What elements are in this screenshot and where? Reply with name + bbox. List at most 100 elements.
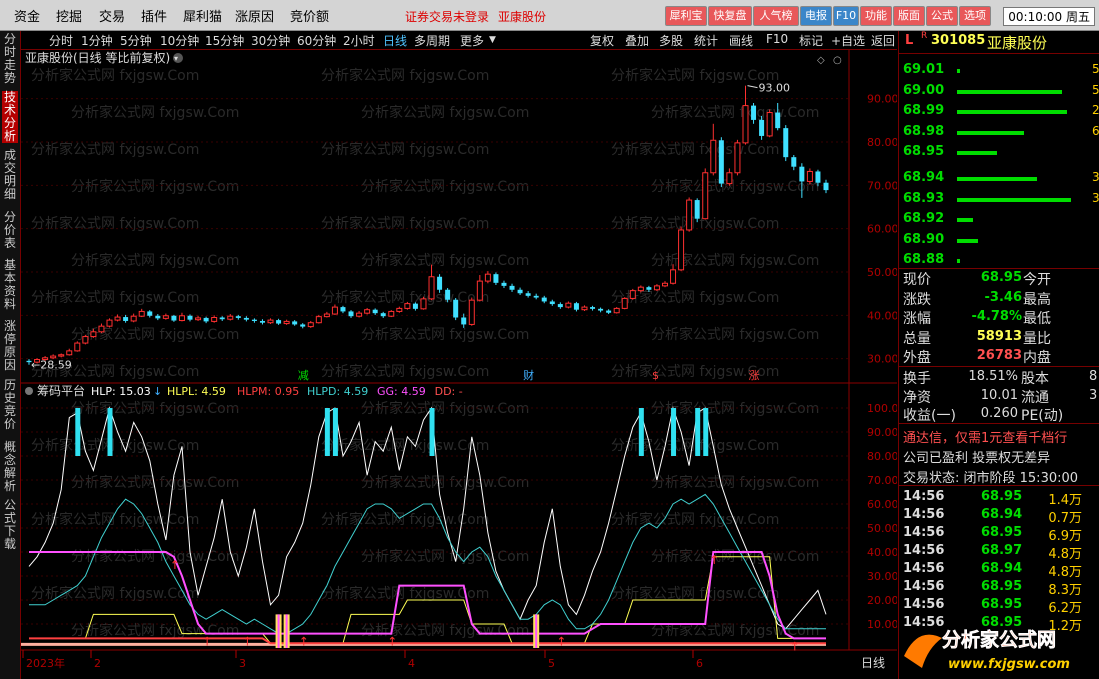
- period-10min[interactable]: 10分钟: [160, 32, 199, 49]
- period-2hour[interactable]: 2小时: [343, 32, 375, 49]
- tool-add-watchlist[interactable]: +自选: [831, 32, 865, 49]
- menu-limit-reason[interactable]: 涨原因: [235, 6, 274, 25]
- f10-button[interactable]: F10: [833, 6, 859, 26]
- y-tick-label: 60.00: [867, 498, 897, 511]
- period-5min[interactable]: 5分钟: [120, 32, 152, 49]
- order-book-row[interactable]: 68.95: [899, 144, 1099, 162]
- login-notice[interactable]: 证券交易未登录: [405, 8, 489, 25]
- watermark-text: 分析家公式网 fxjgsw.Com: [651, 104, 819, 121]
- tool-overlay[interactable]: 叠加: [625, 32, 649, 49]
- chevron-down-icon[interactable]: ▼: [489, 35, 496, 45]
- tool-f10[interactable]: F10: [766, 32, 788, 46]
- order-book-row[interactable]: 68.94 3: [899, 170, 1099, 188]
- period-1min[interactable]: 1分钟: [81, 32, 113, 49]
- candle-body: [613, 307, 620, 314]
- tick-time: 14:56: [903, 543, 945, 558]
- sidebar-item-basic-info[interactable]: 基本资料: [2, 259, 18, 311]
- order-book-row[interactable]: 68.92: [899, 211, 1099, 229]
- logo-swoosh-icon: [904, 634, 942, 668]
- options-button[interactable]: 选项: [959, 6, 991, 26]
- event-marker[interactable]: $: [652, 369, 659, 382]
- function-button[interactable]: 功能: [860, 6, 892, 26]
- candle-body: [130, 315, 137, 322]
- menu-plugins[interactable]: 插件: [141, 6, 167, 25]
- watermark-text: 分析家公式网 fxjgsw.Com: [361, 474, 529, 491]
- candle-body: [710, 139, 717, 174]
- order-book-row[interactable]: 69.01 5: [899, 62, 1099, 80]
- candle-body: [437, 276, 443, 290]
- diamond-icon[interactable]: ◇: [817, 55, 825, 66]
- order-price: 68.93: [903, 190, 945, 206]
- period-15min[interactable]: 15分钟: [205, 32, 244, 49]
- period-60min[interactable]: 60分钟: [297, 32, 336, 49]
- period-multi[interactable]: 多周期: [414, 32, 450, 49]
- candle-body: [396, 307, 403, 312]
- popularity-button[interactable]: 人气榜: [753, 6, 799, 26]
- close-icon[interactable]: ○: [833, 55, 842, 66]
- xilibao-button[interactable]: 犀利宝: [665, 6, 707, 26]
- sidebar-item-technical[interactable]: 技术分析: [2, 91, 18, 143]
- event-marker[interactable]: 财: [523, 368, 534, 382]
- candle-body: [82, 336, 89, 344]
- event-marker[interactable]: 涨: [749, 369, 760, 382]
- period-intraday[interactable]: 分时: [49, 32, 73, 49]
- menu-funds[interactable]: 资金: [14, 6, 40, 25]
- telegraph-button[interactable]: 电报: [800, 6, 832, 26]
- tool-stats[interactable]: 统计: [694, 32, 718, 49]
- period-toolbar: 分时 1分钟 5分钟 10分钟 15分钟 30分钟 60分钟 2小时 日线 多周…: [21, 31, 897, 50]
- tick-time: 14:56: [903, 597, 945, 612]
- high-pointer: [747, 85, 758, 89]
- candle-body: [726, 172, 733, 185]
- period-more[interactable]: 更多: [460, 32, 484, 49]
- chart-area[interactable]: 分析家公式网 fxjgsw.Com 分析家公式网 fxjgsw.Com 分析家公式网…: [21, 50, 897, 679]
- tool-mark[interactable]: 标记: [799, 32, 823, 49]
- event-marker[interactable]: 减: [298, 369, 309, 382]
- sidebar-item-concept[interactable]: 概念解析: [2, 441, 18, 493]
- order-volume-bar: [957, 69, 960, 73]
- tool-adjust[interactable]: 复权: [590, 32, 614, 49]
- candle-body: [468, 299, 475, 325]
- stat-value: 18.51%: [968, 369, 1018, 384]
- candle-body: [670, 269, 677, 284]
- order-book-row[interactable]: 69.00 5: [899, 83, 1099, 101]
- promo-text[interactable]: 通达信，仅需1元查看千档行: [903, 427, 1099, 446]
- stat-label: 净资: [903, 389, 931, 406]
- order-book-row[interactable]: 68.90: [899, 232, 1099, 250]
- candle-body: [823, 182, 829, 191]
- month-label: 2: [94, 657, 101, 670]
- period-daily[interactable]: 日线: [383, 32, 407, 49]
- sidebar-item-limit-reason[interactable]: 涨停原因: [2, 320, 18, 372]
- layout-button[interactable]: 版面: [893, 6, 925, 26]
- order-volume-bar: [957, 238, 978, 243]
- sidebar-item-auction-history[interactable]: 历史竞价: [2, 379, 18, 431]
- quick-review-button[interactable]: 快复盘: [708, 6, 752, 26]
- candle-body: [783, 128, 789, 158]
- sidebar-item-formula-download[interactable]: 公式下载: [2, 499, 18, 551]
- low-label: ←28.59: [31, 359, 72, 372]
- candle-body: [799, 166, 805, 182]
- order-book-row[interactable]: 68.98 6: [899, 124, 1099, 142]
- divider: [899, 485, 1099, 486]
- indicator-menu-icon[interactable]: [25, 387, 33, 395]
- formula-button[interactable]: 公式: [926, 6, 958, 26]
- quote-panel: L R 301085 亚康股份 69.01 5 69.00 5 68.99 2 68.98 6…: [898, 31, 1099, 679]
- tool-draw[interactable]: 画线: [729, 32, 753, 49]
- sidebar-item-trade-detail[interactable]: 成交明细: [2, 149, 18, 201]
- tool-back[interactable]: 返回: [871, 32, 895, 49]
- menu-trade[interactable]: 交易: [99, 6, 125, 25]
- menu-xilimao[interactable]: 犀利猫: [183, 6, 222, 25]
- sidebar-item-price-table[interactable]: 分价表: [2, 211, 18, 250]
- sidebar-item-intraday[interactable]: 分时走势: [2, 33, 18, 85]
- candle-body: [476, 280, 483, 301]
- menu-auction[interactable]: 竞价额: [290, 6, 329, 25]
- order-book-row[interactable]: 68.99 2: [899, 103, 1099, 121]
- tool-multi-stock[interactable]: 多股: [659, 32, 683, 49]
- candle-body: [114, 316, 121, 321]
- menu-mining[interactable]: 挖掘: [56, 6, 82, 25]
- stat-label-2: 最低: [1023, 311, 1051, 327]
- watermark-text: 分析家公式网 fxjgsw.Com: [651, 178, 819, 195]
- order-book-row[interactable]: 68.93 3: [899, 191, 1099, 209]
- candle-body: [50, 355, 57, 359]
- candle-body: [453, 299, 459, 318]
- period-30min[interactable]: 30分钟: [251, 32, 290, 49]
